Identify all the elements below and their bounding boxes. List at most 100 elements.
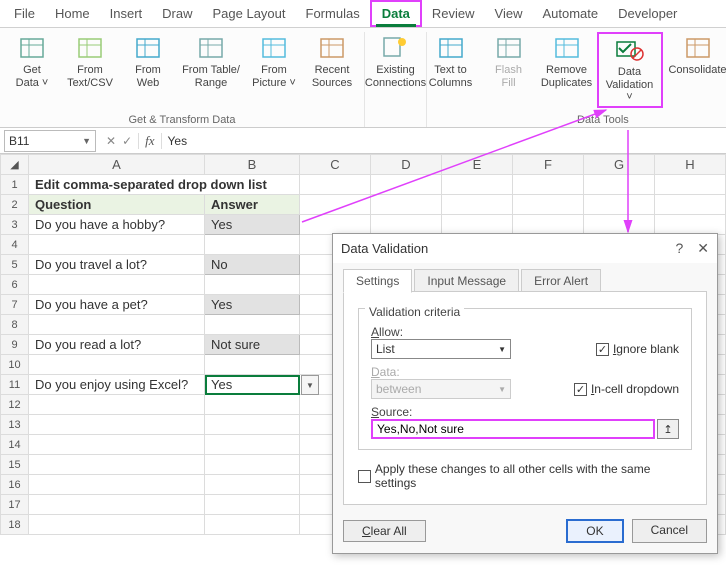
cell[interactable]: Yes▼ [205,375,300,395]
cell[interactable] [29,495,205,515]
row-header[interactable]: 13 [1,415,29,435]
cancel-button[interactable]: Cancel [632,519,707,543]
cell[interactable] [655,215,726,235]
cell[interactable]: Not sure [205,335,300,355]
cell[interactable] [442,215,513,235]
cell[interactable] [205,315,300,335]
from-picture--button[interactable]: FromPicture ˅ [246,32,302,91]
tab-review[interactable]: Review [422,2,485,25]
dropdown-button[interactable]: ▼ [301,375,319,395]
confirm-icon[interactable]: ✓ [122,134,132,148]
row-header[interactable]: 10 [1,355,29,375]
row-header[interactable]: 5 [1,255,29,275]
cell[interactable]: Yes [205,295,300,315]
row-header[interactable]: 3 [1,215,29,235]
help-icon[interactable]: ? [675,240,683,257]
ignore-blank-checkbox[interactable]: ✓Ignore blank [596,342,679,356]
fx-icon[interactable]: fx [138,133,161,149]
cell[interactable] [205,495,300,515]
text-to-columns-button[interactable]: Text toColumns [423,32,479,108]
consolidate-button[interactable]: Consolidate [665,32,726,108]
cell[interactable] [513,215,584,235]
range-picker-button[interactable]: ↥ [657,419,679,439]
row-header[interactable]: 4 [1,235,29,255]
row-header[interactable]: 9 [1,335,29,355]
row-header[interactable]: 17 [1,495,29,515]
cell[interactable]: Edit comma-separated drop down list [29,175,300,195]
tab-file[interactable]: File [4,2,45,25]
formula-input[interactable]: Yes [162,134,726,148]
cell[interactable] [29,355,205,375]
row-header[interactable]: 1 [1,175,29,195]
cell[interactable] [300,215,371,235]
cell[interactable] [29,435,205,455]
row-header[interactable]: 12 [1,395,29,415]
cell[interactable] [371,215,442,235]
remove-duplicates-button[interactable]: RemoveDuplicates [539,32,595,108]
cell[interactable]: Do you have a pet? [29,295,205,315]
cell[interactable] [29,415,205,435]
tab-draw[interactable]: Draw [152,2,202,25]
tab-insert[interactable]: Insert [100,2,153,25]
select-all-corner[interactable]: ◢ [1,155,29,175]
tab-home[interactable]: Home [45,2,100,25]
row-header[interactable]: 16 [1,475,29,495]
row-header[interactable]: 7 [1,295,29,315]
cell[interactable] [205,435,300,455]
tab-data[interactable]: Data [370,0,422,27]
column-header[interactable]: B [205,155,300,175]
column-header[interactable]: E [442,155,513,175]
row-header[interactable]: 14 [1,435,29,455]
row-header[interactable]: 6 [1,275,29,295]
cancel-icon[interactable]: ✕ [106,134,116,148]
cell[interactable] [29,275,205,295]
cell[interactable] [205,355,300,375]
row-header[interactable]: 2 [1,195,29,215]
cell[interactable]: Do you have a hobby? [29,215,205,235]
cell[interactable] [205,475,300,495]
allow-combobox[interactable]: List▼ [371,339,511,359]
cell[interactable] [205,275,300,295]
tab-page-layout[interactable]: Page Layout [203,2,296,25]
close-icon[interactable]: ✕ [697,240,709,257]
column-header[interactable]: G [584,155,655,175]
cell[interactable]: Yes [205,215,300,235]
tab-automate[interactable]: Automate [532,2,608,25]
cell[interactable] [205,515,300,535]
incell-dropdown-checkbox[interactable]: ✓In-cell dropdown [574,382,679,396]
tab-formulas[interactable]: Formulas [296,2,370,25]
existing-connections-button[interactable]: Existing Connections [363,32,429,91]
cell[interactable]: Do you read a lot? [29,335,205,355]
row-header[interactable]: 11 [1,375,29,395]
data-validation-button[interactable]: DataValidation ˅ [597,32,663,108]
column-header[interactable]: C [300,155,371,175]
cell[interactable] [205,395,300,415]
cell[interactable] [29,235,205,255]
cell[interactable] [584,215,655,235]
column-header[interactable]: H [655,155,726,175]
cell[interactable] [205,235,300,255]
source-input[interactable] [371,419,655,439]
name-box[interactable]: B11 ▼ [4,130,96,152]
cell[interactable]: No [205,255,300,275]
from-web-button[interactable]: FromWeb [120,32,176,91]
cell[interactable]: Do you enjoy using Excel? [29,375,205,395]
dialog-tab-error-alert[interactable]: Error Alert [521,269,601,293]
recent-sources-button[interactable]: RecentSources [304,32,360,91]
cell[interactable] [29,515,205,535]
ok-button[interactable]: OK [566,519,623,543]
cell[interactable] [205,455,300,475]
from-table-range-button[interactable]: From Table/Range [178,32,244,91]
cell[interactable] [29,315,205,335]
cell[interactable]: Answer [205,195,300,215]
tab-developer[interactable]: Developer [608,2,687,25]
get-data--button[interactable]: GetData ˅ [4,32,60,91]
column-header[interactable]: D [371,155,442,175]
apply-all-checkbox[interactable]: Apply these changes to all other cells w… [358,462,692,490]
cell[interactable] [29,475,205,495]
clear-all-button[interactable]: Clear All [343,520,426,542]
cell[interactable] [205,415,300,435]
column-header[interactable]: F [513,155,584,175]
tab-view[interactable]: View [485,2,533,25]
cell[interactable] [29,395,205,415]
